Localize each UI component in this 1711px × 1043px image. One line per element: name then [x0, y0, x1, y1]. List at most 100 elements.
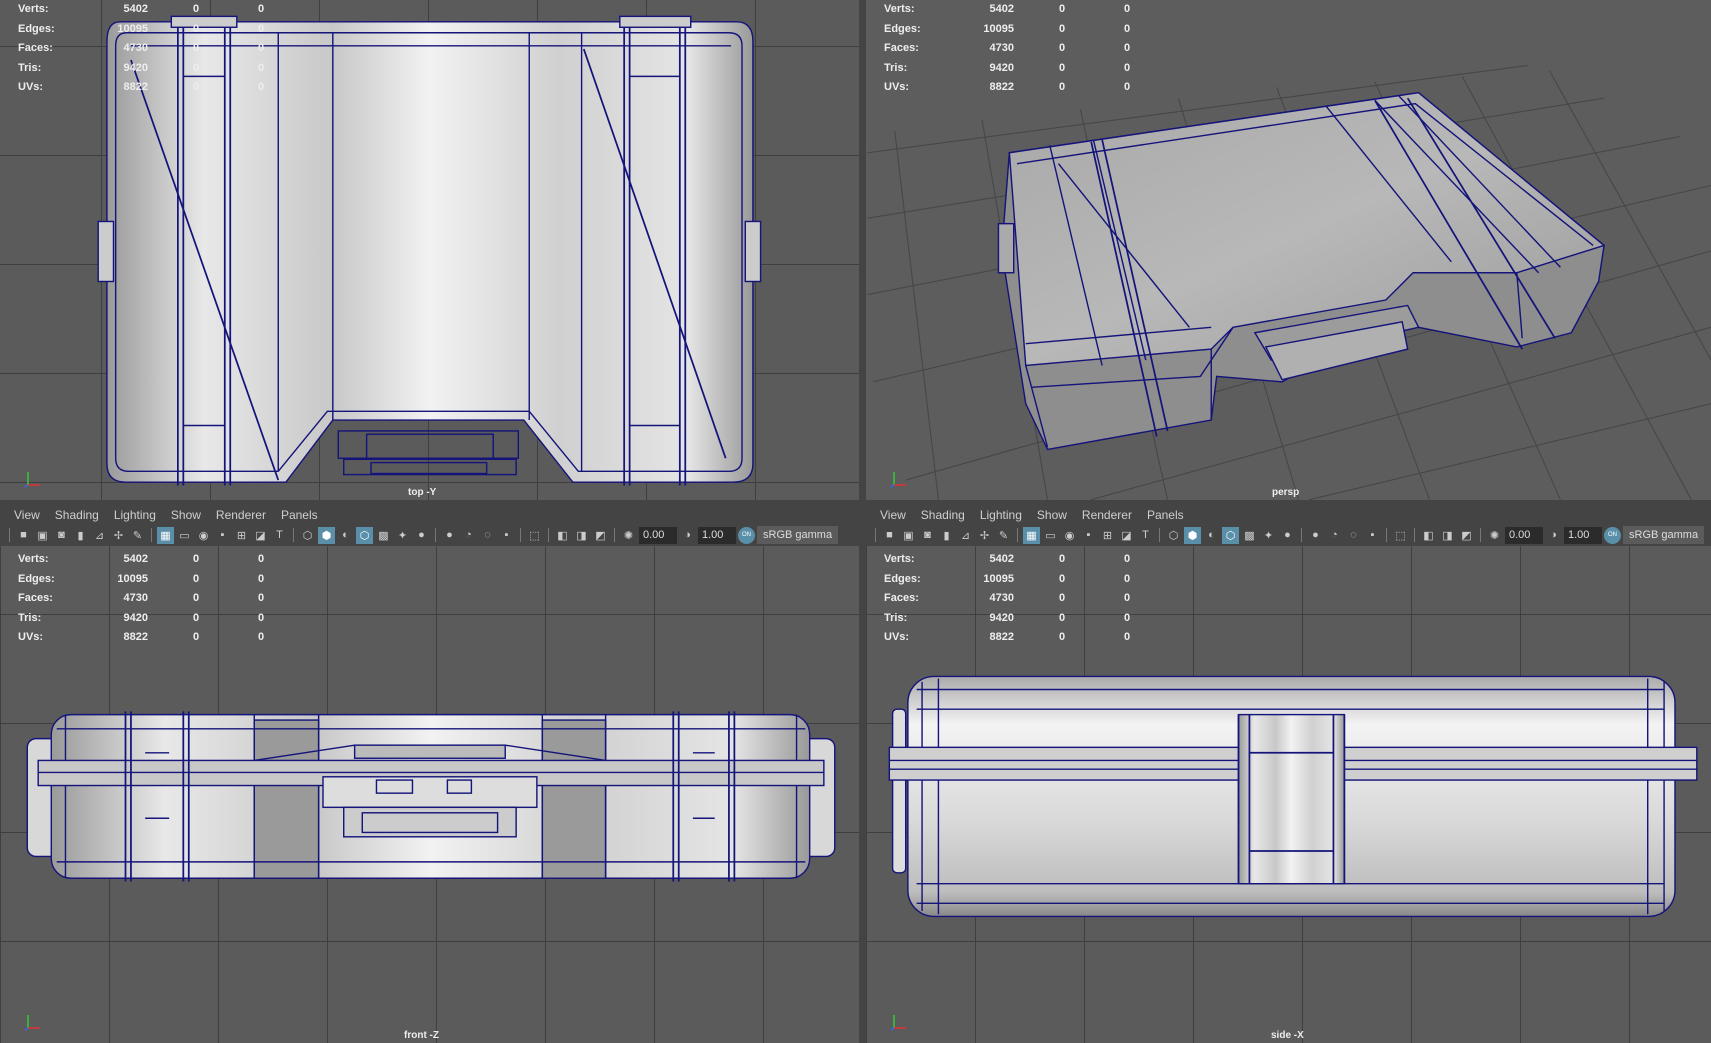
exposure-field[interactable]: 0.00 [639, 526, 677, 544]
bookmark-icon[interactable]: ▮ [72, 527, 89, 544]
exposure-field[interactable]: 0.00 [1505, 526, 1543, 544]
lock-camera-icon[interactable]: ▣ [900, 527, 917, 544]
view-transform-dropdown[interactable]: sRGB gamma [757, 526, 839, 544]
wireframe-on-shaded-icon[interactable]: ⬡ [356, 526, 373, 544]
camera-label: top -Y [408, 487, 437, 498]
smooth-shade-icon[interactable]: ⬢ [318, 526, 335, 544]
lights-icon[interactable]: ✦ [394, 527, 411, 544]
backface-cull-icon[interactable]: ◩ [592, 527, 609, 544]
menu-lighting[interactable]: Lighting [114, 508, 156, 522]
menu-renderer[interactable]: Renderer [1082, 508, 1132, 522]
hud-label: UVs: [884, 631, 910, 643]
wireframe-icon[interactable]: ⬡ [1165, 527, 1182, 544]
menu-view[interactable]: View [14, 508, 40, 522]
menu-renderer[interactable]: Renderer [216, 508, 266, 522]
hud-b: 0 [258, 553, 265, 565]
xray-icon[interactable]: ▩ [375, 527, 392, 544]
motion-blur-icon[interactable]: ◔ [460, 527, 477, 544]
xray-active-icon[interactable]: ◨ [573, 527, 590, 544]
safe-action-icon[interactable]: ◪ [252, 527, 269, 544]
isolate-select-icon[interactable]: ⬚ [526, 527, 543, 544]
smooth-shade-icon[interactable]: ⬢ [1184, 526, 1201, 544]
hud-a: 0 [193, 592, 200, 604]
field-chart-icon[interactable]: ⊞ [1099, 527, 1116, 544]
resolution-gate-icon[interactable]: ◉ [1061, 527, 1078, 544]
xray-icon[interactable]: ▩ [1241, 527, 1258, 544]
menu-panels[interactable]: Panels [281, 508, 318, 522]
hud-a: 0 [193, 611, 200, 624]
safe-title-icon[interactable]: T [271, 527, 288, 544]
image-plane-icon[interactable]: ⊿ [91, 527, 108, 544]
shadows-icon[interactable]: ● [1279, 527, 1296, 544]
default-material-icon[interactable]: ◐ [337, 527, 354, 544]
viewport-top[interactable]: Verts: 5402 0 0 Edges: 10095 0 0 Faces: 4730 0 0 Tri… [0, 0, 859, 500]
film-gate-icon[interactable]: ▭ [176, 527, 193, 544]
gamma-field[interactable]: 1.00 [1564, 526, 1602, 544]
toolbar-separator [1017, 528, 1018, 542]
camera-attributes-icon[interactable]: ◙ [53, 527, 70, 544]
motion-blur-icon[interactable]: ◔ [1326, 527, 1343, 544]
backface-cull-icon[interactable]: ◩ [1458, 527, 1475, 544]
grid-icon[interactable]: ▦ [1023, 526, 1040, 544]
safe-title-icon[interactable]: T [1137, 527, 1154, 544]
menu-view[interactable]: View [880, 508, 906, 522]
grease-pencil-icon[interactable]: ✎ [995, 527, 1012, 544]
grid-icon[interactable]: ▦ [157, 526, 174, 544]
default-material-icon[interactable]: ◐ [1203, 527, 1220, 544]
lights-icon[interactable]: ✦ [1260, 527, 1277, 544]
menu-lighting[interactable]: Lighting [980, 508, 1022, 522]
pivot-icon[interactable]: ✢ [976, 527, 993, 544]
resolution-gate-icon[interactable]: ◉ [195, 527, 212, 544]
viewport-side[interactable]: View Shading Lighting Show Renderer Panels ■ ▣… [866, 505, 1711, 1043]
select-camera-icon[interactable]: ■ [881, 527, 898, 544]
field-chart-icon[interactable]: ⊞ [233, 527, 250, 544]
hud-a: 0 [1059, 42, 1066, 54]
hud-a: 0 [1059, 3, 1066, 15]
depth-of-field-icon[interactable]: ▪ [498, 527, 515, 544]
camera-attributes-icon[interactable]: ◙ [919, 527, 936, 544]
pivot-icon[interactable]: ✢ [110, 527, 127, 544]
menu-show[interactable]: Show [171, 508, 201, 522]
view-transform-dropdown[interactable]: sRGB gamma [1623, 526, 1705, 544]
hud-label: Edges: [18, 572, 55, 585]
menu-shading[interactable]: Shading [55, 508, 99, 522]
xray-joints-icon[interactable]: ◧ [1420, 527, 1437, 544]
gate-mask-icon[interactable]: ▪ [1080, 527, 1097, 544]
gamma-icon[interactable]: ◑ [679, 527, 696, 544]
exposure-icon[interactable]: ✺ [620, 527, 637, 544]
hud-label: Verts: [18, 3, 49, 15]
grease-pencil-icon[interactable]: ✎ [129, 527, 146, 544]
lock-camera-icon[interactable]: ▣ [34, 527, 51, 544]
depth-of-field-icon[interactable]: ▪ [1364, 527, 1381, 544]
shadows-icon[interactable]: ● [413, 527, 430, 544]
viewport-persp[interactable]: Verts: 5402 0 0 Edges: 10095 0 0 Faces: 4730 0 0 Tri… [866, 0, 1711, 500]
hud-label: Verts: [18, 553, 49, 565]
gamma-icon[interactable]: ◑ [1545, 527, 1562, 544]
hud-label: Tris: [884, 611, 908, 624]
menu-panels[interactable]: Panels [1147, 508, 1184, 522]
bookmark-icon[interactable]: ▮ [938, 527, 955, 544]
screen-space-ao-icon[interactable]: ● [441, 527, 458, 544]
viewport-front[interactable]: View Shading Lighting Show Renderer Panels ■ ▣… [0, 505, 859, 1043]
anti-alias-icon[interactable]: ◌ [479, 527, 496, 544]
menu-shading[interactable]: Shading [921, 508, 965, 522]
xray-joints-icon[interactable]: ◧ [554, 527, 571, 544]
hud-b: 0 [1124, 553, 1131, 565]
exposure-icon[interactable]: ✺ [1486, 527, 1503, 544]
isolate-select-icon[interactable]: ⬚ [1392, 527, 1409, 544]
select-camera-icon[interactable]: ■ [15, 527, 32, 544]
anti-alias-icon[interactable]: ◌ [1345, 527, 1362, 544]
menu-show[interactable]: Show [1037, 508, 1067, 522]
wireframe-on-shaded-icon[interactable]: ⬡ [1222, 526, 1239, 544]
color-management-toggle[interactable]: ON [1604, 526, 1621, 544]
gamma-field[interactable]: 1.00 [698, 526, 736, 544]
screen-space-ao-icon[interactable]: ● [1307, 527, 1324, 544]
xray-active-icon[interactable]: ◨ [1439, 527, 1456, 544]
safe-action-icon[interactable]: ◪ [1118, 527, 1135, 544]
image-plane-icon[interactable]: ⊿ [957, 527, 974, 544]
color-management-toggle[interactable]: ON [738, 526, 755, 544]
film-gate-icon[interactable]: ▭ [1042, 527, 1059, 544]
gate-mask-icon[interactable]: ▪ [214, 527, 231, 544]
wireframe-icon[interactable]: ⬡ [299, 527, 316, 544]
toolbar-separator [548, 528, 549, 542]
